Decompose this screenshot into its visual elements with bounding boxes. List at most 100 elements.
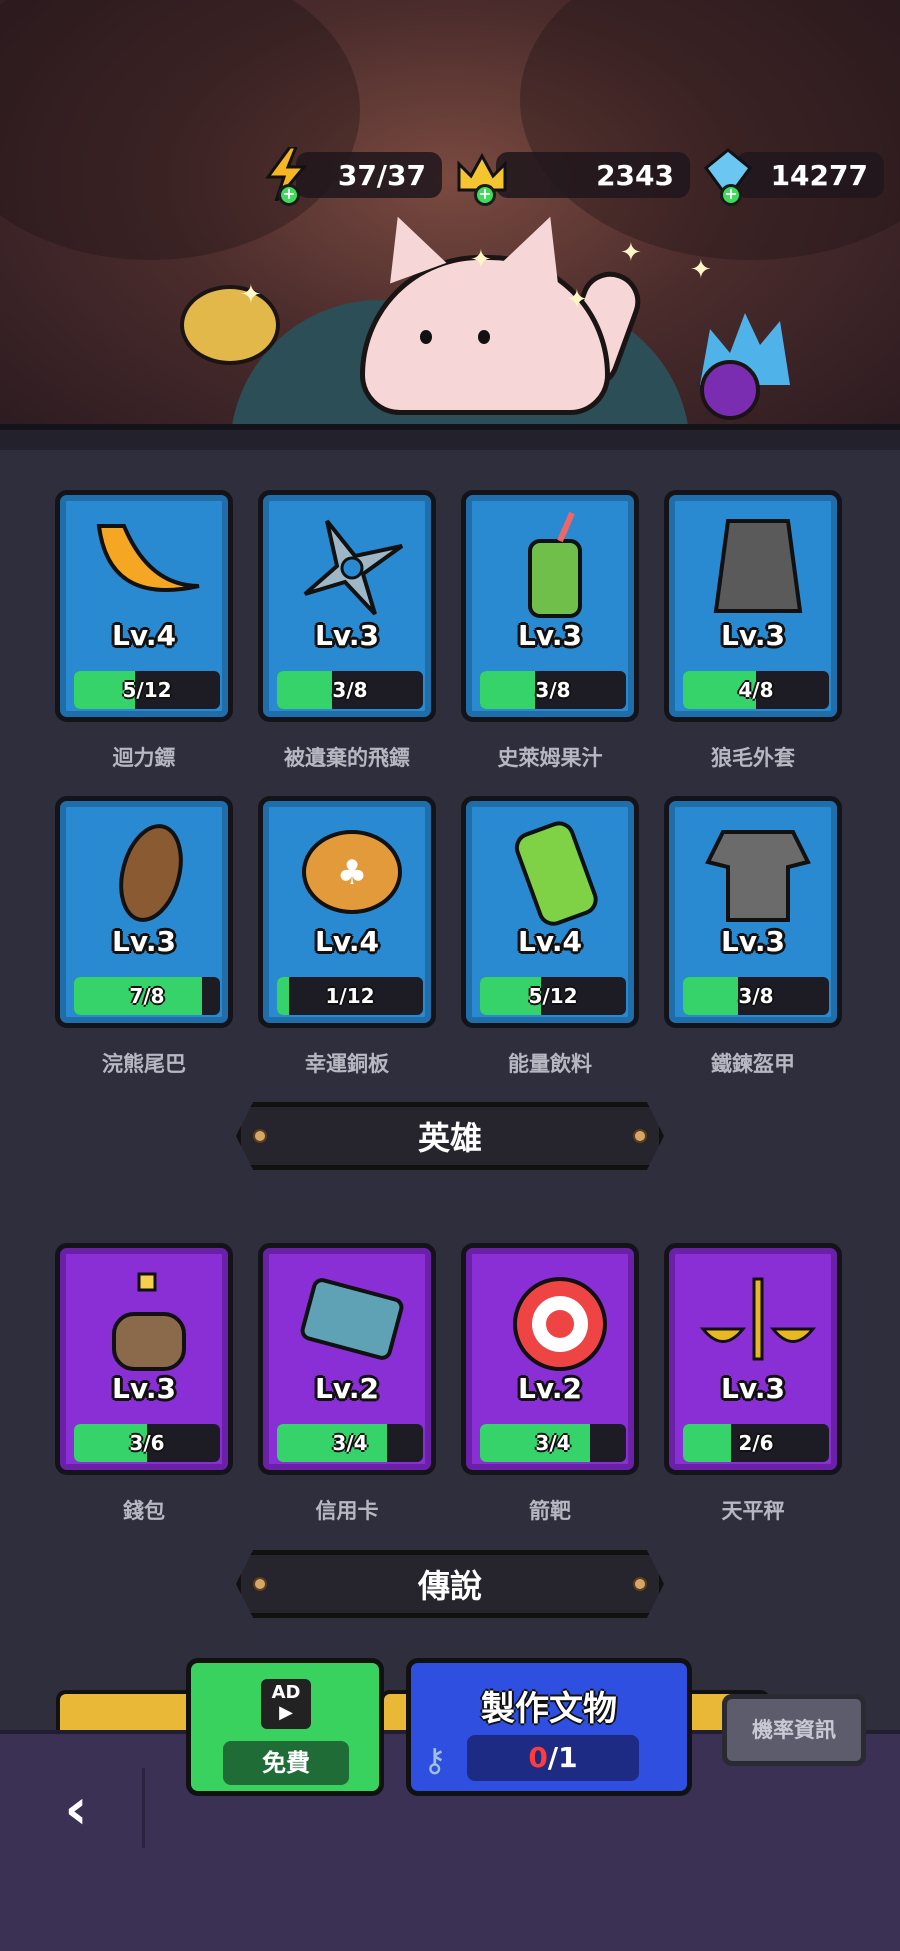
ad-video-icon: AD ▶ [261,1679,311,1729]
item-card[interactable]: Lv.3 3/8 [664,796,842,1028]
wallet-icon [84,1264,214,1374]
free-label: 免費 [223,1741,349,1785]
item-card[interactable]: Lv.4 5/12 [461,796,639,1028]
item-card[interactable]: Lv.3 3/8 [258,490,436,722]
progress-text: 1/12 [325,984,375,1008]
item-card[interactable]: Lv.3 3/8 [461,490,639,722]
item-name: 浣熊尾巴 [102,1052,186,1076]
key-icon: ⚷ [423,1741,447,1779]
sparkle-icon: ✦ [240,280,262,310]
back-button[interactable]: ‹ [46,1780,106,1840]
progress-text: 3/6 [129,1431,165,1455]
item-name: 史萊姆果汁 [497,746,603,770]
item-name: 被遺棄的飛鏢 [284,746,410,770]
lightning-icon: + [258,146,314,206]
probability-info-button[interactable]: 機率資訊 [722,1694,866,1766]
add-crown-icon[interactable]: + [474,184,496,206]
sparkle-icon: ✦ [470,245,492,275]
shuriken-icon [287,511,417,621]
item-name: 幸運銅板 [305,1052,389,1076]
banner-dot [633,1577,647,1591]
progress-bar: 4/8 [683,671,829,709]
svg-text:♣: ♣ [337,853,367,893]
progress-text: 5/12 [122,678,172,702]
progress-text: 3/4 [332,1431,368,1455]
item-name: 信用卡 [315,1499,379,1523]
item-card[interactable]: Lv.3 3/6 [55,1243,233,1475]
item-level: Lv.2 [315,1372,379,1405]
gem-icon: + [700,146,756,206]
item-card[interactable]: Lv.3 4/8 [664,490,842,722]
item-name: 鐵鍊盔甲 [711,1052,795,1076]
chainmail-icon [693,817,823,927]
item-name: 天平秤 [721,1499,785,1523]
cave-rock [0,0,360,260]
item-card[interactable]: Lv.2 3/4 [461,1243,639,1475]
item-level: Lv.3 [112,1372,176,1405]
energy-counter[interactable]: 37/37 [296,152,442,198]
boomerang-icon [84,511,214,621]
key-count-current: 0 [528,1741,548,1774]
sparkle-icon: ✦ [690,255,712,285]
key-counter: ⚷ 0/1 [423,1735,639,1781]
item-card[interactable]: ♣ Lv.4 1/12 [258,796,436,1028]
cat-eye [420,330,432,344]
sparkle-icon: ✦ [566,285,588,315]
item-level: Lv.3 [518,619,582,652]
item-level: Lv.4 [112,619,176,652]
progress-bar: 7/8 [74,977,220,1015]
item-name: 箭靶 [529,1499,571,1523]
progress-text: 7/8 [129,984,165,1008]
item-level: Lv.3 [721,619,785,652]
ad-label: AD [271,1682,301,1703]
item-level: Lv.3 [721,925,785,958]
progress-text: 3/4 [535,1431,571,1455]
progress-text: 3/8 [332,678,368,702]
banner-dot [253,1577,267,1591]
sparkle-icon: ✦ [620,238,642,268]
progress-bar: 3/8 [683,977,829,1015]
item-card[interactable]: Lv.3 7/8 [55,796,233,1028]
progress-text: 2/6 [738,1431,774,1455]
progress-bar: 2/6 [683,1424,829,1462]
item-card[interactable]: Lv.4 5/12 [55,490,233,722]
key-count-total: /1 [547,1741,578,1774]
gem-value: 14277 [770,158,868,192]
craft-artifact-button[interactable]: 製作文物 ⚷ 0/1 [406,1658,692,1796]
free-ad-button[interactable]: AD ▶ 免費 [186,1658,384,1796]
target-icon [490,1264,620,1374]
crown-value: 2343 [596,158,674,192]
progress-bar: 3/4 [277,1424,423,1462]
item-level: Lv.3 [315,619,379,652]
gem-counter[interactable]: 14277 [736,152,884,198]
add-energy-icon[interactable]: + [278,184,300,206]
crown-counter[interactable]: 2343 [496,152,690,198]
raccoon-tail-icon [84,817,214,927]
progress-bar: 5/12 [480,977,626,1015]
energy-drink-icon [490,817,620,927]
hero-scene: ✦ ✦ ✦ ✦ ✦ [0,0,900,450]
progress-text: 3/8 [535,678,571,702]
progress-bar: 5/12 [74,671,220,709]
item-name: 能量飲料 [508,1052,592,1076]
slime-juice-icon [490,511,620,621]
progress-text: 5/12 [528,984,578,1008]
purple-orb-icon [700,360,760,420]
probability-info-label: 機率資訊 [752,1718,836,1742]
item-card[interactable]: Lv.2 3/4 [258,1243,436,1475]
divider [142,1768,145,1848]
add-gem-icon[interactable]: + [720,184,742,206]
crown-icon: + [454,146,510,206]
progress-text: 4/8 [738,678,774,702]
item-card[interactable]: Lv.3 2/6 [664,1243,842,1475]
item-name: 錢包 [123,1499,165,1523]
progress-bar: 1/12 [277,977,423,1015]
energy-value: 37/37 [337,158,426,192]
item-level: Lv.3 [112,925,176,958]
credit-card-icon [287,1264,417,1374]
cat-face [400,300,520,360]
progress-bar: 3/4 [480,1424,626,1462]
hero-section-banner: 英雄 [236,1102,664,1170]
gold-pile [180,285,280,365]
progress-bar: 3/6 [74,1424,220,1462]
